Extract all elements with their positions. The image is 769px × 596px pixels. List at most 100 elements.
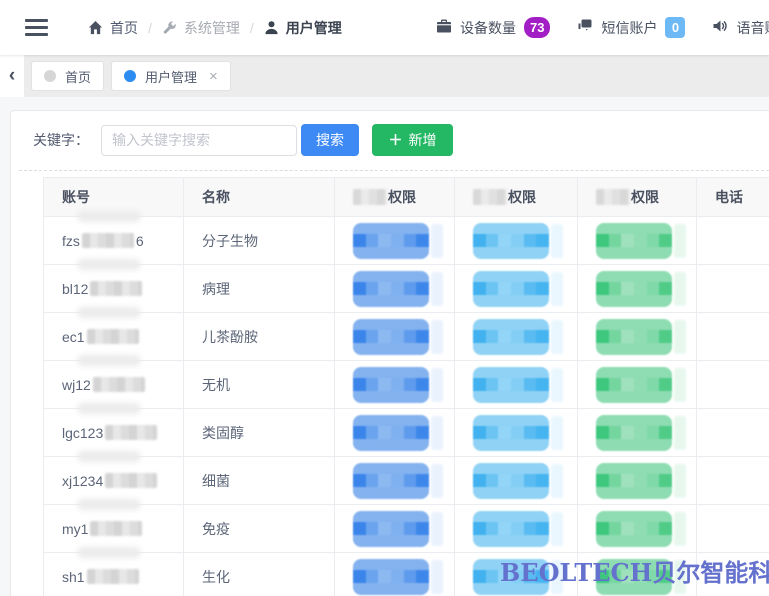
close-icon[interactable]: ×: [209, 69, 218, 84]
breadcrumb-separator: /: [250, 20, 254, 36]
redacted-blur-block: [87, 329, 139, 344]
table-row[interactable]: bl12 病理: [44, 265, 769, 313]
blur-tail: [551, 512, 563, 546]
home-icon: [88, 20, 103, 35]
messages-icon: [577, 18, 593, 37]
permission-1-cell: [335, 505, 455, 553]
name-cell: 儿茶酚胺: [184, 313, 335, 361]
search-input[interactable]: [101, 125, 297, 156]
voice-account-stat[interactable]: 语音账户 0: [712, 17, 769, 38]
add-button[interactable]: ＋新增: [372, 124, 453, 156]
permission-tag-green: [596, 415, 672, 451]
table-row[interactable]: my1 免疫: [44, 505, 769, 553]
wrench-icon: [162, 20, 177, 35]
content-panel: 关键字： 搜索 ＋新增 账号 名称 权限 权限 权限 电话: [10, 110, 769, 596]
account-suffix: 6: [136, 233, 144, 249]
redacted-blur-block: [353, 189, 387, 205]
name-cell: 生化: [184, 553, 335, 596]
permission-1-cell: [335, 553, 455, 596]
permission-2-cell: [455, 217, 578, 265]
column-permission-3[interactable]: 权限: [578, 178, 697, 217]
permission-tag-sky: [473, 223, 549, 259]
redacted-blur-block: [87, 569, 139, 584]
blur-tail: [551, 416, 563, 450]
plus-icon: ＋: [389, 132, 403, 148]
blur-tail: [674, 320, 686, 354]
permission-2-cell: [455, 361, 578, 409]
permission-tag-sky: [473, 367, 549, 403]
permission-1-cell: [335, 217, 455, 265]
vendor-watermark: BEOLTECH贝尔智能科技: [500, 553, 769, 588]
column-permission-1[interactable]: 权限: [335, 178, 455, 217]
table-row[interactable]: lgc123 类固醇: [44, 409, 769, 457]
breadcrumb-system-label: 系统管理: [184, 18, 240, 38]
tab-dot-icon: [124, 70, 136, 82]
tab-home-label: 首页: [65, 67, 91, 86]
table-row[interactable]: ec1 儿茶酚胺: [44, 313, 769, 361]
account-prefix: fzs: [62, 233, 80, 249]
column-phone[interactable]: 电话: [697, 178, 769, 217]
blur-smudge: [78, 403, 140, 414]
permission-3-cell: [578, 457, 697, 505]
dashed-divider: [19, 170, 769, 171]
blur-tail: [674, 416, 686, 450]
breadcrumb-system[interactable]: 系统管理: [162, 18, 240, 38]
permission-2-cell: [455, 409, 578, 457]
blur-tail: [551, 224, 563, 258]
breadcrumb-home[interactable]: 首页: [88, 18, 138, 38]
column-name[interactable]: 名称: [184, 178, 335, 217]
table-row[interactable]: wj12 无机: [44, 361, 769, 409]
tab-user-management-label: 用户管理: [145, 67, 197, 86]
device-count-stat[interactable]: 设备数量 73: [436, 17, 550, 38]
redacted-blur-block: [93, 377, 145, 392]
blur-smudge: [78, 499, 140, 510]
account-prefix: sh1: [62, 569, 85, 585]
blur-tail: [431, 560, 443, 594]
blur-tail: [431, 416, 443, 450]
permission-tag-blue: [353, 223, 429, 259]
phone-cell: [697, 457, 769, 505]
sms-account-badge: 0: [665, 17, 685, 38]
blur-tail: [431, 224, 443, 258]
table-row[interactable]: xj1234 细菌: [44, 457, 769, 505]
blur-smudge: [78, 547, 140, 558]
search-button[interactable]: 搜索: [301, 124, 359, 156]
account-cell: fzs 6: [44, 217, 184, 265]
top-navbar: 首页 / 系统管理 / 用户管理 设备数量 73: [0, 0, 769, 55]
permission-tag-blue: [353, 511, 429, 547]
phone-cell: [697, 313, 769, 361]
phone-cell: [697, 361, 769, 409]
name-cell: 无机: [184, 361, 335, 409]
device-count-badge: 73: [524, 17, 550, 38]
permission-2-cell: [455, 313, 578, 361]
account-prefix: wj12: [62, 377, 91, 393]
account-prefix: my1: [62, 521, 88, 537]
table-row[interactable]: fzs 6 分子生物: [44, 217, 769, 265]
permission-2-cell: [455, 457, 578, 505]
name-cell: 细菌: [184, 457, 335, 505]
name-cell: 分子生物: [184, 217, 335, 265]
redacted-blur-block: [90, 281, 142, 296]
permission-2-cell: [455, 265, 578, 313]
tab-home[interactable]: 首页: [31, 61, 104, 91]
blur-tail: [431, 512, 443, 546]
blur-smudge: [78, 355, 140, 366]
column-permission-2[interactable]: 权限: [455, 178, 578, 217]
permission-1-cell: [335, 409, 455, 457]
permission-tag-sky: [473, 319, 549, 355]
breadcrumb: 首页 / 系统管理 / 用户管理: [88, 18, 342, 38]
permission-3-cell: [578, 409, 697, 457]
blur-tail: [674, 224, 686, 258]
hamburger-menu-icon[interactable]: [25, 15, 48, 40]
name-cell: 免疫: [184, 505, 335, 553]
redacted-blur-block: [105, 425, 157, 440]
tab-user-management[interactable]: 用户管理 ×: [111, 61, 231, 91]
permission-3-cell: [578, 313, 697, 361]
permission-3-cell: [578, 505, 697, 553]
blur-smudge: [78, 259, 140, 270]
sms-account-stat[interactable]: 短信账户 0: [577, 17, 685, 38]
phone-cell: [697, 265, 769, 313]
breadcrumb-users[interactable]: 用户管理: [264, 18, 342, 38]
tabs-back-button[interactable]: ‹: [0, 55, 24, 97]
permission-tag-blue: [353, 559, 429, 595]
